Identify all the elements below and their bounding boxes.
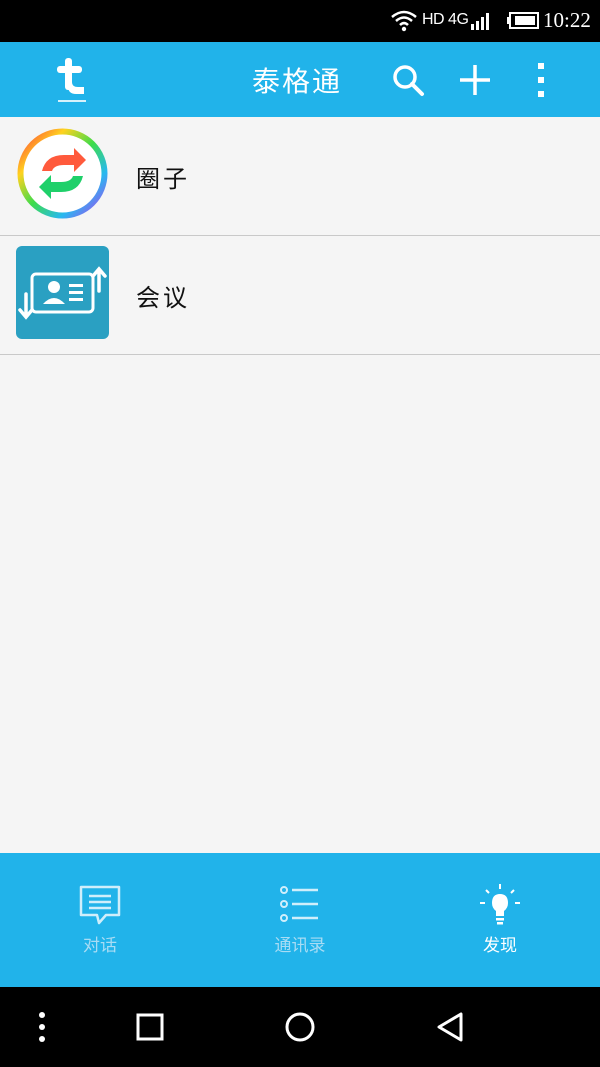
search-icon [393,65,424,96]
list-item-circle[interactable]: 圈子 [0,117,600,236]
meeting-card-icon [16,246,109,339]
t-logo-icon [57,58,86,102]
tab-label: 发现 [483,936,517,956]
app-title: 泰格通 [252,65,343,98]
tab-contacts[interactable]: 通讯录 [200,853,400,987]
search-button[interactable] [388,60,428,100]
tab-label: 通讯录 [274,936,326,956]
chat-bubble-icon [79,885,121,925]
tab-label: 对话 [83,936,117,956]
system-nav-bar [0,987,600,1067]
circle-sync-icon [17,128,108,219]
signal-strength-icon [471,13,489,30]
tab-discover[interactable]: 发现 [400,853,600,987]
recents-button[interactable] [130,1007,170,1047]
wifi-icon [391,10,417,32]
system-menu-button[interactable] [22,1007,62,1047]
menu-dots-icon [39,1012,45,1042]
app-bar: 泰格通 [0,42,600,117]
more-vert-icon [538,63,544,97]
home-circle-icon [285,1012,315,1042]
recents-square-icon [136,1013,164,1041]
back-button[interactable] [430,1007,470,1047]
status-bar: HD 4G 10:22 [0,0,600,42]
clock: 10:22 [543,8,591,32]
bottom-nav: 对话 通讯录 发现 [0,853,600,987]
discover-list: 圈子 会议 [0,117,600,355]
network-type: HD 4G [422,11,469,28]
lightbulb-icon [480,884,520,925]
add-button[interactable] [455,60,495,100]
list-item-meeting[interactable]: 会议 [0,236,600,355]
contact-list-icon [280,886,318,922]
list-item-label: 圈子 [136,165,190,193]
list-item-label: 会议 [136,284,190,312]
home-button[interactable] [280,1007,320,1047]
back-triangle-icon [437,1012,463,1042]
tab-chats[interactable]: 对话 [0,853,200,987]
battery-icon [507,12,539,29]
plus-icon [460,65,490,95]
overflow-menu-button[interactable] [521,60,561,100]
